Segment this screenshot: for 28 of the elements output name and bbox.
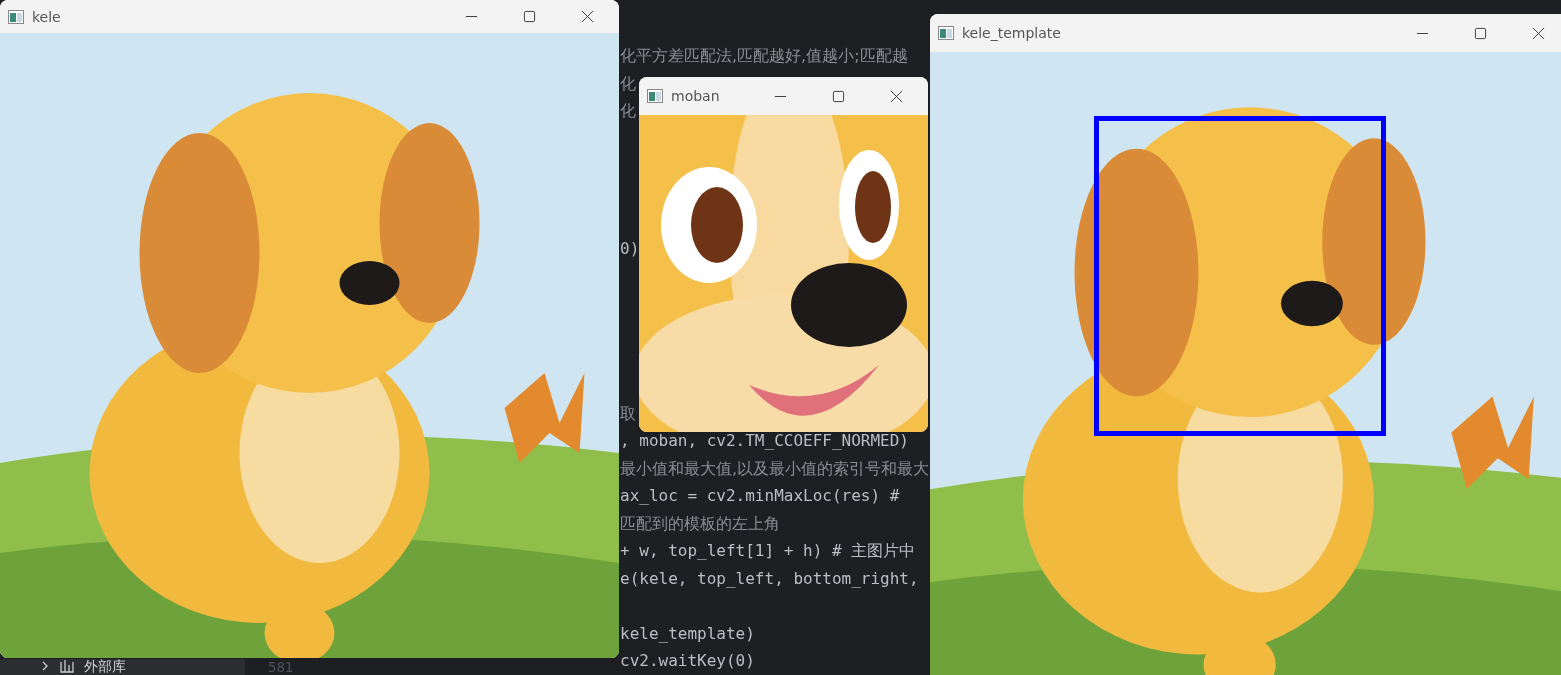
code-line: 最小值和最大值,以及最小值的索引号和最大 [620, 457, 930, 480]
code-line: 化 [620, 100, 636, 122]
app-icon [8, 9, 24, 24]
code-line: 化 [620, 72, 636, 95]
close-icon[interactable] [890, 89, 903, 103]
code-line: kele_template) [620, 622, 755, 645]
code-line: cv2.waitKey(0) [620, 650, 755, 672]
window-title: kele [32, 8, 61, 25]
window-title: moban [671, 88, 720, 104]
chevron-icon [40, 661, 50, 671]
code-line: e(kele, top_left, bottom_right, [620, 567, 919, 590]
code-line: 化平方差匹配法,匹配越好,值越小;匹配越 [620, 45, 908, 67]
maximize-icon[interactable] [523, 10, 536, 23]
maximize-icon[interactable] [1474, 26, 1487, 40]
window-title: kele_template [962, 25, 1061, 41]
maximize-icon[interactable] [832, 89, 845, 103]
app-icon [647, 89, 663, 103]
code-line: , moban, cv2.TM_CCOEFF_NORMED) [620, 430, 909, 452]
close-icon[interactable] [1532, 26, 1545, 40]
code-line: + w, top_left[1] + h) # 主图片中 [620, 540, 916, 562]
code-line: 匹配到的模板的左上角 [620, 512, 780, 535]
code-line: ax_loc = cv2.minMaxLoc(res) # [620, 485, 900, 507]
tree-item[interactable]: 外部库 [40, 658, 126, 674]
library-icon [60, 659, 74, 673]
close-icon[interactable] [581, 10, 594, 23]
app-icon [938, 26, 954, 40]
code-line: 取 [620, 402, 636, 425]
code-line: 0) [620, 237, 640, 260]
